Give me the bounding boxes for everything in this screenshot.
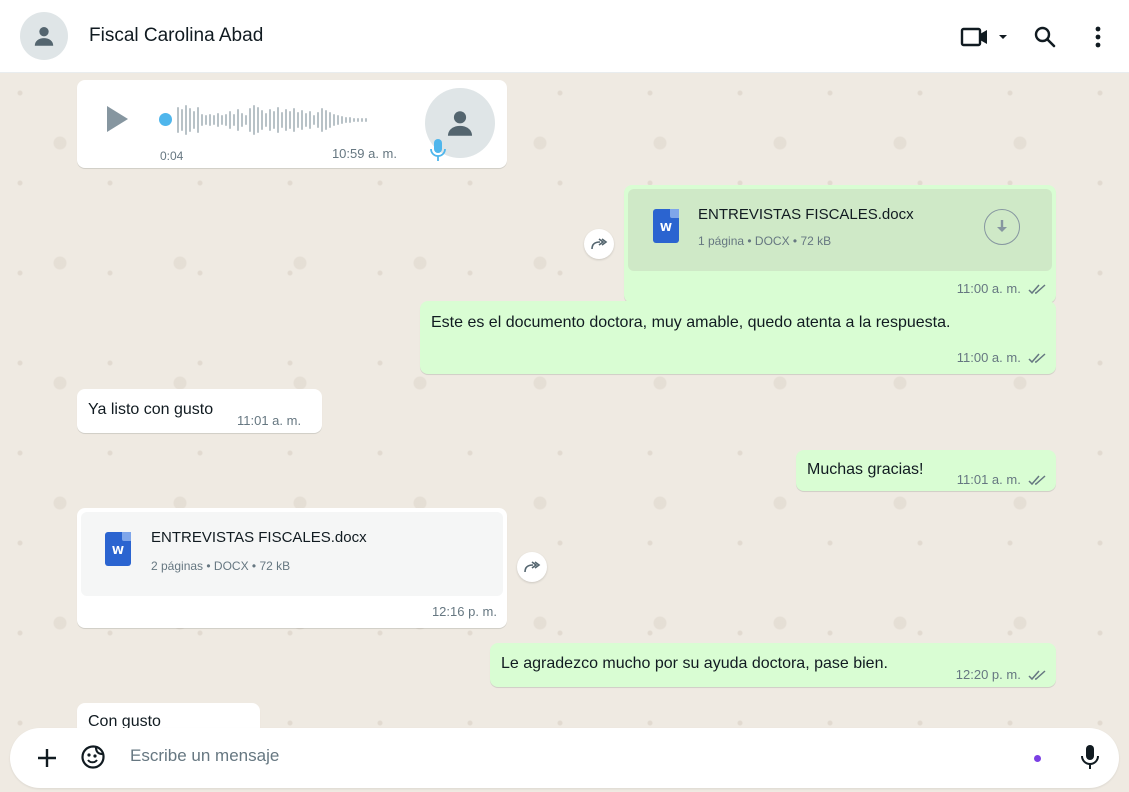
chat-header: Fiscal Carolina Abad [0, 0, 1129, 73]
voice-record-button[interactable] [1080, 744, 1106, 772]
message-meta: 12:20 p. m. [956, 665, 1046, 685]
text-message: Ya listo con gusto 11:01 a. m. [77, 389, 322, 433]
message-time: 11:00 a. m. [956, 281, 1021, 296]
double-check-icon [1028, 283, 1046, 294]
document-message: W ENTREVISTAS FISCALES.docx 1 página • D… [624, 185, 1056, 303]
double-check-icon [1028, 669, 1046, 680]
default-avatar-icon [447, 111, 473, 136]
microphone-icon [1081, 745, 1099, 769]
message-time: 12:20 p. m. [955, 667, 1021, 682]
message-text: Ya listo con gusto [88, 401, 214, 418]
document-message: W ENTREVISTAS FISCALES.docx 2 páginas • … [77, 508, 507, 628]
more-vertical-icon [1095, 26, 1101, 47]
search-icon [1034, 26, 1056, 47]
message-meta: 11:01 a. m. [957, 470, 1046, 490]
download-button[interactable] [984, 209, 1020, 245]
message-input[interactable]: Escribe un mensaje [130, 746, 279, 766]
text-message: Muchas gracias! 11:01 a. m. [796, 450, 1056, 491]
video-call-icon [960, 27, 987, 46]
message-text: Le agradezco mucho por su ayuda doctora,… [501, 655, 888, 672]
contact-avatar[interactable] [20, 12, 68, 60]
message-composer: Escribe un mensaje [10, 728, 1119, 788]
document-meta: 2 páginas • DOCX • 72 kB [151, 559, 291, 573]
message-time: 10:59 a. m. [331, 146, 397, 161]
sticker-icon [81, 745, 105, 769]
word-file-icon: W [653, 209, 679, 243]
audio-message: 0:04 10:59 a. m. [77, 80, 507, 168]
document-name: ENTREVISTAS FISCALES.docx [698, 206, 914, 223]
document-meta: 1 página • DOCX • 72 kB [698, 234, 832, 248]
document-card[interactable]: W ENTREVISTAS FISCALES.docx 1 página • D… [628, 189, 1052, 271]
default-avatar-icon [34, 27, 54, 46]
forward-button[interactable] [517, 552, 547, 582]
message-meta: 11:00 a. m. [957, 279, 1046, 299]
message-time: 11:00 a. m. [956, 350, 1021, 365]
audio-progress-dot[interactable] [159, 113, 172, 126]
audio-waveform[interactable] [174, 100, 394, 140]
double-check-icon [1028, 352, 1046, 363]
forward-button[interactable] [584, 229, 614, 259]
forward-icon [591, 238, 608, 250]
chevron-down-icon [999, 34, 1007, 39]
forward-icon [524, 561, 541, 573]
video-call-button[interactable] [955, 17, 1015, 57]
text-message: Este es el documento doctora, muy amable… [420, 301, 1056, 374]
word-file-icon: W [105, 532, 131, 566]
sticker-button[interactable] [80, 744, 108, 772]
menu-button[interactable] [1083, 17, 1113, 57]
message-time: 11:01 a. m. [237, 413, 302, 428]
chat-area[interactable]: 0:04 10:59 a. m. W ENTREVISTAS FISCALES.… [0, 73, 1129, 792]
play-icon [107, 106, 128, 132]
message-meta: 11:00 a. m. [957, 348, 1046, 368]
play-button[interactable] [105, 105, 129, 133]
audio-duration: 0:04 [160, 149, 184, 163]
attach-button[interactable] [34, 745, 60, 771]
document-card[interactable]: W ENTREVISTAS FISCALES.docx 2 páginas • … [81, 512, 503, 596]
double-check-icon [1028, 474, 1046, 485]
message-time: 11:01 a. m. [956, 472, 1021, 487]
header-actions [955, 0, 1129, 73]
message-text: Muchas gracias! [807, 461, 924, 478]
text-message: Le agradezco mucho por su ayuda doctora,… [490, 643, 1056, 687]
microphone-icon [430, 139, 446, 161]
message-time: 12:16 p. m. [431, 604, 497, 619]
download-icon [997, 220, 1007, 232]
search-button[interactable] [1025, 17, 1065, 57]
ai-indicator[interactable] [1034, 755, 1041, 762]
document-name: ENTREVISTAS FISCALES.docx [151, 529, 367, 546]
contact-name[interactable]: Fiscal Carolina Abad [89, 25, 263, 47]
plus-icon [38, 749, 56, 767]
message-text: Este es el documento doctora, muy amable… [431, 314, 951, 331]
